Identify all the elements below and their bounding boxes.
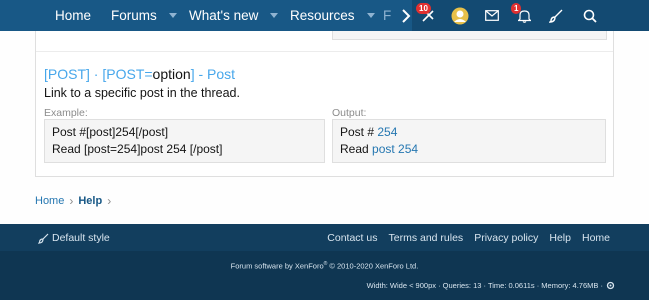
footer-privacy-link[interactable]: Privacy policy: [474, 232, 538, 244]
bbcode-block: [POST] · [POST=option] - Post Link to a …: [35, 31, 614, 177]
alerts-icon[interactable]: 1: [508, 0, 540, 31]
footer: Default style Contact us Terms and rules…: [0, 224, 649, 300]
copyright-pre[interactable]: Forum software by XenForo: [231, 262, 324, 271]
style-chooser-label: Default style: [52, 232, 110, 244]
nav-whats-new[interactable]: What's new: [189, 0, 279, 31]
output-post-254-link[interactable]: post 254: [372, 142, 418, 156]
forums-caret-icon[interactable]: [168, 13, 177, 18]
tools-badge: 10: [416, 3, 431, 14]
nav-whats-new-label: What's new: [189, 8, 259, 23]
output-box: Post # 254 Read post 254: [332, 119, 606, 163]
footer-home-link[interactable]: Home: [582, 232, 610, 244]
paint-brush-icon: [38, 233, 49, 244]
top-nav: Home Forums What's new Resources F 10 1: [0, 0, 649, 31]
example-box: Post #[post]254[/post] Read [post=254]po…: [44, 119, 325, 163]
example-label: Example:: [44, 107, 88, 119]
output-line-2-prefix: Read: [340, 142, 373, 156]
chevron-right-icon: ›: [69, 194, 74, 208]
nav-forums-label: Forums: [111, 8, 157, 23]
nav-resources[interactable]: Resources: [290, 0, 375, 31]
copyright-post: © 2010-2020 XenForo Ltd.: [327, 261, 419, 271]
nav-home[interactable]: Home: [55, 0, 91, 31]
output-label: Output:: [332, 107, 367, 119]
footer-contact-link[interactable]: Contact us: [327, 232, 377, 244]
title-suffix: - Post: [194, 66, 236, 82]
title-opt-word: option: [152, 66, 191, 82]
output-line-1: Post # 254: [340, 124, 605, 141]
footer-terms-link[interactable]: Terms and rules: [388, 232, 463, 244]
breadcrumb-help[interactable]: Help: [78, 195, 102, 207]
search-icon[interactable]: [574, 0, 606, 31]
bbcode-description: Link to a specific post in the thread.: [44, 86, 240, 100]
avatar[interactable]: [444, 0, 476, 31]
inbox-icon[interactable]: [476, 0, 508, 31]
example-line-2: Read [post=254]post 254 [/post]: [52, 142, 223, 156]
bbcode-title: [POST] · [POST=option] - Post: [44, 66, 235, 82]
resources-caret-icon[interactable]: [366, 13, 375, 18]
whats-new-caret-icon[interactable]: [270, 13, 279, 18]
title-opt-open: [POST=: [102, 66, 153, 82]
previous-output-box: [332, 31, 607, 40]
title-sep: ·: [89, 66, 103, 82]
title-tag: [POST]: [44, 66, 90, 82]
tools-icon[interactable]: 10: [412, 0, 444, 31]
breadcrumb: Home › Help ›: [35, 194, 116, 208]
debug-info: Width: Wide < 900px · Queries: 13 · Time…: [367, 281, 615, 290]
style-chooser[interactable]: Default style: [38, 232, 110, 244]
style-brush-icon[interactable]: [540, 0, 572, 31]
output-line-1-prefix: Post #: [340, 125, 378, 139]
example-line-1: Post #[post]254[/post]: [52, 125, 169, 139]
breadcrumb-home[interactable]: Home: [35, 195, 64, 207]
debug-text: Width: Wide < 900px · Queries: 13 · Time…: [366, 281, 603, 290]
chevron-right-icon: ›: [107, 194, 112, 208]
output-line-2: Read post 254: [340, 141, 605, 158]
copyright: Forum software by XenForo® © 2010-2020 X…: [0, 261, 649, 271]
divider: [36, 51, 613, 52]
nav-resources-label: Resources: [290, 8, 355, 23]
nav-forums[interactable]: Forums: [111, 0, 177, 31]
gear-icon[interactable]: [606, 281, 615, 290]
output-post-link[interactable]: 254: [377, 125, 397, 139]
footer-links: Contact us Terms and rules Privacy polic…: [327, 232, 610, 244]
footer-help-link[interactable]: Help: [549, 232, 571, 244]
nav-home-label: Home: [55, 8, 92, 23]
